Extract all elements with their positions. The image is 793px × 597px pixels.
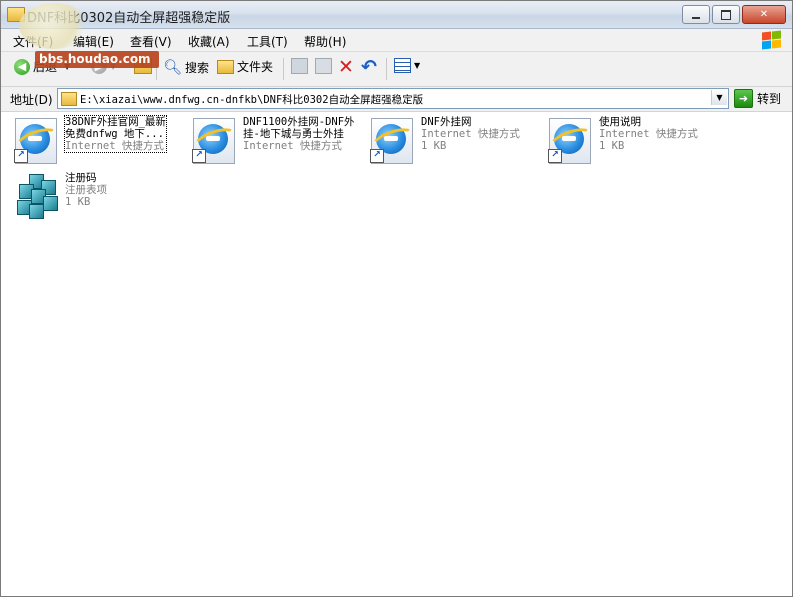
explorer-window: DNF科比0302自动全屏超强稳定版 ✕ 文件(F) 编辑(E) 查看(V) 收… — [0, 0, 793, 597]
close-button[interactable]: ✕ — [742, 5, 786, 24]
menu-favorites[interactable]: 收藏(A) — [188, 33, 230, 50]
watermark-logo — [19, 3, 89, 49]
file-name: 注册码 — [65, 172, 97, 184]
file-size: 1 KB — [421, 140, 447, 152]
address-label: 地址(D) — [10, 93, 53, 107]
search-button[interactable]: 🔍︎ 搜索 — [163, 58, 209, 76]
delete-x-icon: ✕ — [338, 56, 354, 78]
file-text: 38DNF外挂官网_最新 免费dnfwg 地下... Internet 快捷方式 — [64, 115, 167, 166]
registry-icon — [11, 172, 61, 222]
folders-button[interactable]: 文件夹 — [217, 58, 273, 75]
address-dropdown-icon[interactable]: ▼ — [711, 90, 727, 105]
close-icon: ✕ — [759, 9, 769, 20]
file-size: 1 KB — [65, 196, 91, 208]
file-name-line1: 38DNF外挂官网_最新 — [65, 116, 166, 128]
views-dropdown-icon: ▼ — [414, 61, 421, 70]
file-text: DNF外挂网 Internet 快捷方式 1 KB — [421, 116, 520, 166]
maximize-button[interactable] — [712, 5, 740, 24]
title-bar[interactable]: DNF科比0302自动全屏超强稳定版 ✕ — [1, 1, 792, 29]
menu-help[interactable]: 帮助(H) — [304, 33, 346, 50]
ie-shortcut-icon: ↗ — [545, 116, 598, 166]
copy-to-button[interactable] — [315, 58, 332, 74]
watermark-banner: bbs.houdao.com — [35, 51, 159, 68]
go-arrow-icon: ➜ — [734, 89, 753, 108]
window-controls: ✕ — [682, 5, 786, 24]
toolbar-separator — [283, 58, 284, 80]
toolbar-separator — [386, 58, 387, 80]
menu-tools[interactable]: 工具(T) — [247, 33, 288, 50]
minimize-icon — [692, 16, 700, 19]
menu-view[interactable]: 查看(V) — [130, 33, 172, 50]
file-list: ↗ 38DNF外挂官网_最新 免费dnfwg 地下... Internet 快捷… — [1, 112, 792, 596]
file-text: 使用说明 Internet 快捷方式 1 KB — [599, 116, 698, 166]
windows-logo-icon — [760, 30, 782, 50]
go-label: 转到 — [757, 92, 782, 106]
ie-shortcut-icon: ↗ — [11, 116, 64, 166]
file-text: DNF1100外挂网-DNF外 挂-地下城与勇士外挂 Internet 快捷方式 — [243, 116, 355, 166]
maximize-icon — [721, 9, 731, 20]
go-button[interactable]: ➜ 转到 — [734, 89, 781, 108]
file-type: Internet 快捷方式 — [599, 128, 698, 140]
undo-button[interactable]: ↶ — [361, 56, 377, 78]
list-item[interactable]: 注册码 注册表项 1 KB — [11, 172, 107, 222]
search-label: 搜索 — [185, 60, 210, 75]
file-name: 38DNF外挂官网_最新 免费dnfwg 地下... Internet 快捷方式 — [64, 115, 167, 153]
file-name-line1: DNF1100外挂网-DNF外 — [243, 116, 355, 128]
search-icon: 🔍︎ — [163, 58, 183, 76]
file-type: Internet 快捷方式 — [421, 128, 520, 140]
file-type: 注册表项 — [65, 184, 107, 196]
list-item[interactable]: ↗ DNF1100外挂网-DNF外 挂-地下城与勇士外挂 Internet 快捷… — [189, 116, 355, 166]
delete-button[interactable]: ✕ — [338, 56, 354, 78]
file-name: DNF外挂网 — [421, 116, 472, 128]
list-item[interactable]: ↗ 38DNF外挂官网_最新 免费dnfwg 地下... Internet 快捷… — [11, 115, 167, 166]
address-value: E:\xiazai\www.dnfwg.cn-dnfkb\DNF科比0302自动… — [80, 94, 424, 106]
list-item[interactable]: ↗ DNF外挂网 Internet 快捷方式 1 KB — [367, 116, 520, 166]
address-bar: 地址(D) E:\xiazai\www.dnfwg.cn-dnfkb\DNF科比… — [1, 87, 792, 112]
file-type: Internet 快捷方式 — [243, 140, 342, 152]
file-text: 注册码 注册表项 1 KB — [65, 172, 107, 222]
back-arrow-icon: ◀ — [14, 58, 30, 75]
file-name: 使用说明 — [599, 116, 641, 128]
folder-icon — [61, 92, 77, 106]
menu-bar: 文件(F) 编辑(E) 查看(V) 收藏(A) 工具(T) 帮助(H) — [1, 29, 792, 52]
views-button[interactable]: ▼ — [394, 58, 420, 73]
views-icon — [394, 58, 411, 73]
ie-shortcut-icon: ↗ — [189, 116, 242, 166]
ie-shortcut-icon: ↗ — [367, 116, 420, 166]
folders-label: 文件夹 — [237, 60, 274, 74]
address-input[interactable]: E:\xiazai\www.dnfwg.cn-dnfkb\DNF科比0302自动… — [57, 88, 729, 109]
undo-icon: ↶ — [361, 56, 377, 78]
file-name-line2: 挂-地下城与勇士外挂 — [243, 128, 344, 140]
minimize-button[interactable] — [682, 5, 710, 24]
move-to-icon — [291, 58, 308, 74]
move-to-button[interactable] — [291, 58, 308, 74]
list-item[interactable]: ↗ 使用说明 Internet 快捷方式 1 KB — [545, 116, 698, 166]
file-name-line2: 免费dnfwg 地下... — [65, 128, 164, 140]
file-size: 1 KB — [599, 140, 625, 152]
folders-icon — [217, 59, 234, 74]
copy-to-icon — [315, 58, 332, 74]
file-type: Internet 快捷方式 — [65, 140, 164, 152]
